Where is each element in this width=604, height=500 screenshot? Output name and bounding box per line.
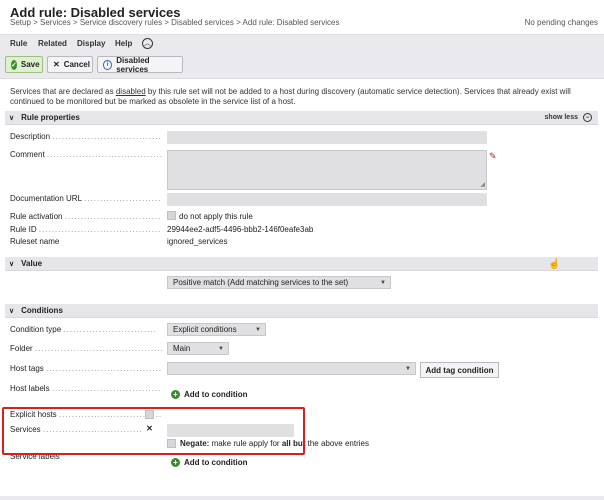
services-input[interactable] [167, 424, 294, 437]
button-bar: ✓ Save ✕ Cancel i Disabled services [0, 51, 604, 79]
save-label: Save [20, 60, 40, 69]
description-label: Description ............................… [10, 132, 162, 141]
rule-activation-label: Rule activation ........................… [10, 212, 162, 221]
folder-select[interactable]: Main ▼ [167, 342, 229, 355]
plus-icon: + [171, 458, 180, 467]
dropdown-caret-icon: ▼ [218, 346, 224, 352]
chevron-down-icon: ∨ [9, 114, 15, 122]
host-tags-label: Host tags ..............................… [10, 364, 162, 373]
close-icon: ✕ [53, 60, 60, 69]
service-labels-label: Service labels [10, 452, 60, 461]
breadcrumb[interactable]: Setup > Services > Service discovery rul… [10, 18, 339, 27]
condition-type-select[interactable]: Explicit conditions ▼ [167, 323, 266, 336]
ruleset-name-label: Ruleset name [10, 237, 60, 246]
section-value[interactable]: ∨ Value [5, 257, 598, 271]
documentation-url-input[interactable] [167, 193, 487, 206]
menu-rule[interactable]: Rule [10, 39, 27, 48]
check-icon: ✓ [11, 59, 17, 70]
explicit-hosts-checkbox[interactable] [145, 410, 154, 419]
description-input[interactable] [167, 131, 487, 144]
disabled-services-label: Disabled services [116, 55, 150, 74]
comment-label: Comment ................................… [10, 150, 162, 159]
pending-changes[interactable]: No pending changes [525, 18, 598, 27]
mouse-cursor-icon: ☝ [548, 259, 561, 270]
explicit-hosts-label: Explicit hosts .........................… [10, 410, 162, 419]
menu-related[interactable]: Related [38, 39, 67, 48]
comment-textarea[interactable]: ◢ [167, 150, 487, 190]
host-labels-label: Host labels ............................… [10, 384, 162, 393]
footer-bar [0, 496, 604, 500]
folder-label: Folder .................................… [10, 344, 162, 353]
cancel-button[interactable]: ✕ Cancel [47, 56, 93, 73]
info-icon: i [103, 59, 113, 70]
chevron-up-icon[interactable]: ︿ [142, 38, 153, 49]
value-select[interactable]: Positive match (Add matching services to… [167, 276, 391, 289]
do-not-apply-checkbox[interactable] [167, 211, 176, 220]
minus-icon[interactable]: − [583, 113, 592, 122]
help-text: Services that are declared as disabled b… [10, 87, 571, 106]
ruleset-name-value: ignored_services [167, 237, 228, 246]
dropdown-caret-icon: ▼ [380, 280, 386, 286]
chevron-down-icon: ∨ [9, 260, 15, 268]
services-label: Services ...............................… [10, 425, 142, 434]
save-button[interactable]: ✓ Save [5, 56, 43, 73]
dropdown-caret-icon: ▼ [255, 327, 261, 333]
condition-type-label: Condition type .........................… [10, 325, 157, 334]
host-tags-select[interactable]: ▼ [167, 362, 416, 375]
rule-id-label: Rule ID ................................… [10, 225, 162, 234]
dropdown-caret-icon: ▼ [405, 366, 411, 372]
negate-checkbox[interactable] [167, 439, 176, 448]
plus-icon: + [171, 390, 180, 399]
negate-option[interactable]: Negate: make rule apply for all but the … [167, 439, 369, 448]
menu-help[interactable]: Help [115, 39, 132, 48]
disabled-link[interactable]: disabled [116, 87, 146, 96]
comment-add-icon[interactable]: ✎ [489, 151, 499, 161]
show-less-link[interactable]: show less [545, 114, 578, 121]
add-service-label-condition[interactable]: + Add to condition [171, 458, 248, 467]
section-conditions[interactable]: ∨ Conditions [5, 304, 598, 318]
disabled-services-button[interactable]: i Disabled services [97, 55, 183, 74]
title-bar: Add rule: Disabled services Setup > Serv… [0, 0, 604, 34]
do-not-apply-label: do not apply this rule [179, 212, 253, 221]
add-host-label-condition[interactable]: + Add to condition [171, 390, 248, 399]
menu-bar: Rule Related Display Help ︿ [0, 34, 604, 51]
remove-services-icon[interactable]: ✕ [145, 424, 154, 433]
add-tag-condition-button[interactable]: Add tag condition [420, 362, 499, 378]
chevron-down-icon: ∨ [9, 307, 15, 315]
rule-id-value: 29944ee2-adf5-4496-bbb2-146f0eafe3ab [167, 225, 314, 234]
documentation-url-label: Documentation URL ......................… [10, 194, 162, 203]
cancel-label: Cancel [63, 60, 90, 69]
menu-display[interactable]: Display [77, 39, 105, 48]
resize-grip-icon[interactable]: ◢ [480, 181, 485, 188]
section-rule-properties[interactable]: ∨ Rule properties show less − [5, 111, 598, 125]
